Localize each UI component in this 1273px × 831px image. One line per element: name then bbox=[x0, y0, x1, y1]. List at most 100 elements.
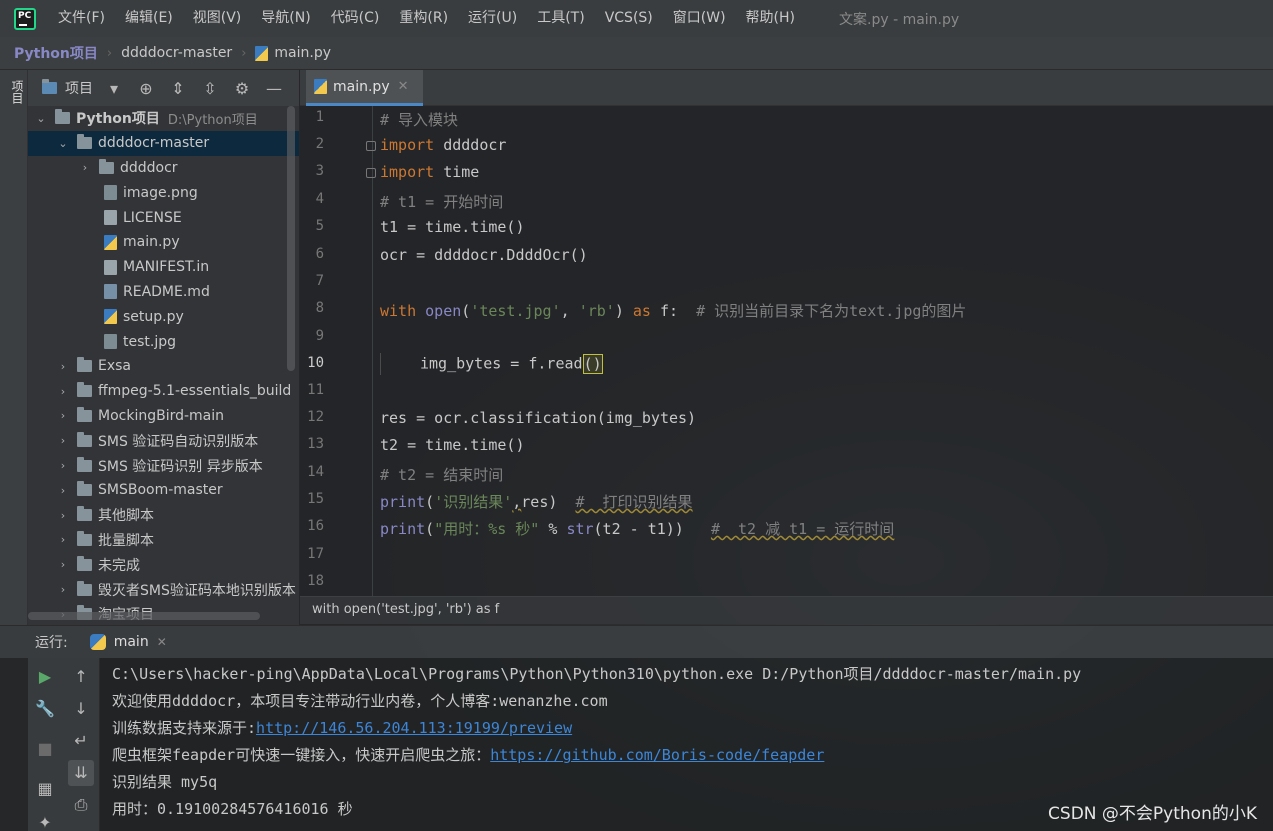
rerun-icon[interactable]: ▶ bbox=[32, 664, 58, 690]
string: "用时：%s 秒" bbox=[434, 520, 540, 538]
menu-tools[interactable]: 工具(T) bbox=[527, 0, 594, 37]
arrow-down-icon[interactable]: ↓ bbox=[68, 696, 94, 722]
tree-folder[interactable]: › 未完成 bbox=[28, 552, 299, 577]
tree-folder[interactable]: › Exsa bbox=[28, 354, 299, 379]
tree-folder[interactable]: › ffmpeg-5.1-essentials_build bbox=[28, 379, 299, 404]
console-line: C:\Users\hacker-ping\AppData\Local\Progr… bbox=[112, 665, 1082, 683]
chevron-right-icon[interactable]: › bbox=[56, 360, 70, 373]
tree-item-label: SMS 验证码识别 异步版本 bbox=[98, 458, 263, 475]
breadcrumb-file[interactable]: main.py bbox=[274, 45, 331, 61]
code-line-12: res = ocr.classification(img_bytes) bbox=[380, 409, 696, 427]
run-tools-right: ↑ ↓ ↵ ⇊ ⎙ bbox=[62, 658, 100, 831]
chevron-right-icon[interactable]: › bbox=[56, 484, 70, 497]
gear-icon[interactable]: ⚙ bbox=[233, 79, 251, 98]
tree-vertical-scrollbar[interactable] bbox=[287, 106, 295, 371]
fold-marker-icon[interactable] bbox=[366, 168, 376, 178]
expand-all-icon[interactable]: ⇕ bbox=[169, 79, 187, 98]
tree-folder[interactable]: › 批量脚本 bbox=[28, 528, 299, 553]
hide-panel-icon[interactable]: — bbox=[265, 79, 283, 98]
close-icon[interactable]: ✕ bbox=[398, 79, 409, 94]
scroll-to-end-icon[interactable]: ⇊ bbox=[68, 760, 94, 786]
tree-file[interactable]: setup.py bbox=[28, 304, 299, 329]
locate-file-icon[interactable]: ⊕ bbox=[137, 79, 155, 98]
tree-folder[interactable]: › SMS 验证码识别 异步版本 bbox=[28, 453, 299, 478]
menu-help[interactable]: 帮助(H) bbox=[736, 0, 805, 37]
code-editor[interactable]: 1 2 3 4 5 6 7 8 9 10 11 12 13 14 15 16 1… bbox=[300, 106, 1273, 596]
print-icon[interactable]: ⎙ bbox=[68, 792, 94, 818]
tree-folder[interactable]: › 其他脚本 bbox=[28, 503, 299, 528]
arrow-up-icon[interactable]: ↑ bbox=[68, 664, 94, 690]
tree-folder[interactable]: › SMS 验证码自动识别版本 bbox=[28, 428, 299, 453]
tree-file[interactable]: MANIFEST.in bbox=[28, 255, 299, 280]
collapse-all-icon[interactable]: ⇳ bbox=[201, 79, 219, 98]
tab-main-py[interactable]: main.py ✕ bbox=[306, 70, 423, 106]
menu-run[interactable]: 运行(U) bbox=[458, 0, 527, 37]
console-link[interactable]: http://146.56.204.113:19199/preview bbox=[256, 719, 572, 737]
console-link[interactable]: https://github.com/Boris-code/feapder bbox=[490, 746, 824, 764]
chevron-down-icon[interactable]: ⌄ bbox=[34, 112, 48, 125]
tree-folder[interactable]: › 毁灭者SMS验证码本地识别版本 bbox=[28, 577, 299, 602]
editor-breadcrumb[interactable]: with open('test.jpg', 'rb') as f bbox=[300, 596, 1273, 624]
breadcrumb-project[interactable]: Python项目 bbox=[14, 43, 98, 63]
pycharm-logo-icon[interactable]: PC bbox=[14, 7, 36, 30]
tree-folder[interactable]: › ddddocr bbox=[28, 156, 299, 181]
pin-icon[interactable]: ✦ bbox=[32, 810, 58, 831]
tree-horizontal-scrollbar[interactable] bbox=[28, 612, 260, 620]
chevron-right-icon[interactable]: › bbox=[78, 161, 92, 174]
window-title: 文案.py - main.py bbox=[839, 11, 960, 28]
project-tool-tab[interactable]: 项目 bbox=[4, 80, 26, 104]
wrench-icon[interactable]: 🔧 bbox=[32, 696, 58, 722]
code-text: img_bytes = f.read bbox=[420, 354, 583, 373]
menu-vcs[interactable]: VCS(S) bbox=[595, 0, 663, 37]
img-file-icon bbox=[104, 334, 117, 350]
chevron-right-icon[interactable]: › bbox=[56, 533, 70, 546]
tree-file[interactable]: test.jpg bbox=[28, 329, 299, 354]
menu-navigate[interactable]: 导航(N) bbox=[251, 0, 320, 37]
chevron-right-icon[interactable]: › bbox=[56, 434, 70, 447]
menu-view[interactable]: 视图(V) bbox=[183, 0, 252, 37]
code-text: ( bbox=[425, 520, 435, 538]
tree-file[interactable]: image.png bbox=[28, 180, 299, 205]
menu-file[interactable]: 文件(F) bbox=[48, 0, 115, 37]
chevron-right-icon[interactable]: › bbox=[56, 385, 70, 398]
layout-icon[interactable]: ▦ bbox=[32, 776, 58, 802]
chevron-right-icon[interactable]: › bbox=[56, 583, 70, 596]
chevron-down-icon[interactable]: ⌄ bbox=[56, 137, 70, 150]
project-view-label[interactable]: 项目 bbox=[65, 78, 93, 98]
folder-icon bbox=[77, 134, 92, 150]
fold-marker-icon[interactable] bbox=[366, 141, 376, 151]
close-icon[interactable]: ✕ bbox=[157, 635, 167, 649]
menu-window[interactable]: 窗口(W) bbox=[663, 0, 736, 37]
navigation-bar: Python项目 › ddddocr-master › main.py bbox=[0, 37, 1273, 70]
left-tool-strip: 项目 bbox=[0, 70, 28, 625]
line-number: 12 bbox=[307, 409, 324, 425]
tree-folder[interactable]: › SMSBoom-master bbox=[28, 478, 299, 503]
tree-file[interactable]: main.py bbox=[28, 230, 299, 255]
chevron-right-icon[interactable]: › bbox=[56, 409, 70, 422]
chevron-right-icon[interactable]: › bbox=[56, 459, 70, 472]
menu-edit[interactable]: 编辑(E) bbox=[115, 0, 183, 37]
breadcrumb-folder[interactable]: ddddocr-master bbox=[121, 45, 232, 61]
stop-icon[interactable]: ■ bbox=[32, 736, 58, 762]
tree-folder[interactable]: › MockingBird-main bbox=[28, 404, 299, 429]
chevron-right-icon[interactable]: › bbox=[56, 558, 70, 571]
line-number: 17 bbox=[307, 546, 324, 562]
tree-file[interactable]: README.md bbox=[28, 280, 299, 305]
menu-refactor[interactable]: 重构(R) bbox=[389, 0, 458, 37]
tree-item-label: 毁灭者SMS验证码本地识别版本 bbox=[98, 582, 296, 599]
dropdown-arrow-icon[interactable]: ▾ bbox=[105, 79, 123, 98]
chevron-right-icon[interactable]: › bbox=[56, 509, 70, 522]
txt-file-icon bbox=[104, 210, 117, 226]
tree-folder[interactable]: ⌄ ddddocr-master bbox=[28, 130, 299, 156]
line-number: 14 bbox=[307, 464, 324, 480]
tree-item-label: SMS 验证码自动识别版本 bbox=[98, 433, 259, 450]
soft-wrap-icon[interactable]: ↵ bbox=[68, 728, 94, 754]
run-tab-main[interactable]: main ✕ bbox=[89, 634, 167, 650]
menu-code[interactable]: 代码(C) bbox=[321, 0, 390, 37]
img-file-icon bbox=[104, 185, 117, 201]
code-line-1: # 导入模块 bbox=[380, 109, 458, 130]
code-text: t2 = time.time() bbox=[380, 436, 525, 454]
tree-root[interactable]: ⌄ Python项目 D:\Python项目 bbox=[28, 106, 299, 131]
tree-file[interactable]: LICENSE bbox=[28, 205, 299, 230]
code-line-13: t2 = time.time() bbox=[380, 436, 525, 454]
